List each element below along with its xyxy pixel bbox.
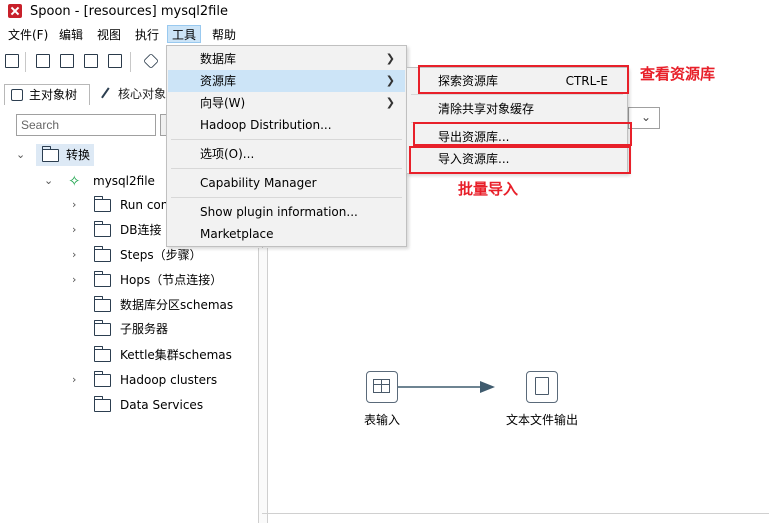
menu-item-database[interactable]: 数据库 ❯ (168, 48, 405, 70)
chevron-right-icon[interactable]: › (72, 224, 82, 235)
canvas-combo-dropdown[interactable]: ⌄ (628, 107, 660, 129)
layers-icon[interactable] (143, 53, 159, 69)
annotation-box-import (409, 146, 631, 174)
file-icon (535, 377, 549, 395)
step-label-text-output: 文本文件输出 (506, 413, 579, 427)
menu-item-label: 资源库 (200, 74, 237, 88)
transformation-icon: ✧ (68, 172, 81, 190)
tree-item-label: Hops（节点连接） (120, 273, 223, 287)
table-icon (373, 379, 390, 393)
tree-item-label: Hadoop clusters (120, 373, 218, 387)
menu-item-capability-manager[interactable]: Capability Manager (168, 172, 405, 194)
hop-arrow[interactable] (398, 378, 528, 396)
window-title: Spoon - [resources] mysql2file (30, 4, 228, 19)
menu-item-label: Show plugin information... (200, 205, 358, 219)
title-bar: Spoon - [resources] mysql2file (0, 0, 769, 24)
menu-edit[interactable]: 编辑 (57, 25, 85, 45)
chevron-right-icon: ❯ (385, 52, 395, 65)
chevron-right-icon[interactable]: › (72, 274, 82, 285)
menu-tools[interactable]: 工具 (167, 25, 201, 43)
toolbar-separator (25, 52, 26, 72)
search-input[interactable]: Search (16, 114, 156, 136)
annotation-box-export (413, 122, 632, 146)
chevron-down-icon[interactable]: ⌄ (44, 175, 54, 186)
menu-item-plugin-info[interactable]: Show plugin information... (168, 201, 405, 223)
spoon-app-icon (8, 4, 22, 18)
toolbar-separator (130, 52, 131, 72)
chevron-right-icon[interactable]: › (72, 199, 82, 210)
tree-item-label: Run con (120, 198, 169, 212)
tree-item-label: Kettle集群schemas (120, 348, 232, 362)
chevron-right-icon[interactable]: › (72, 374, 82, 385)
tab-core-objects[interactable]: 核心对象 (94, 84, 174, 105)
menu-item-label: 向导(W) (200, 96, 246, 110)
folder-icon (41, 146, 59, 162)
tree-item-label: DB连接 (120, 223, 162, 237)
tree-transform-label: mysql2file (93, 174, 155, 188)
save-icon[interactable] (84, 54, 98, 68)
step-label-table-input: 表输入 (364, 413, 401, 427)
explore-repo-icon[interactable] (60, 54, 74, 68)
tree-item-label: Data Services (120, 398, 204, 412)
annotation-bulk-import: 批量导入 (458, 180, 519, 198)
folder-icon (93, 221, 111, 237)
menu-item-repository[interactable]: 资源库 ❯ (168, 70, 405, 92)
new-file-icon[interactable] (5, 54, 19, 68)
menu-file[interactable]: 文件(F) (6, 25, 50, 45)
chevron-right-icon[interactable]: › (72, 249, 82, 260)
chevron-down-icon: ⌄ (641, 110, 652, 124)
folder-icon (93, 296, 111, 312)
open-folder-icon[interactable] (36, 54, 50, 68)
menu-view[interactable]: 视图 (95, 25, 123, 45)
chevron-right-icon: ❯ (385, 74, 395, 87)
menu-separator (171, 139, 402, 140)
menu-item-label: 数据库 (200, 52, 237, 66)
menu-item-label: Capability Manager (200, 176, 317, 190)
menu-item-marketplace[interactable]: Marketplace (168, 223, 405, 245)
menu-separator (411, 94, 623, 95)
tab-main-tree[interactable]: 主对象树 (4, 84, 90, 105)
menu-help[interactable]: 帮助 (210, 25, 238, 45)
annotation-box-explore (418, 65, 629, 94)
menu-item-options[interactable]: 选项(O)... (168, 143, 405, 165)
tab-core-label: 核心对象 (118, 87, 167, 101)
menu-item-hadoop-distribution[interactable]: Hadoop Distribution... (168, 114, 405, 136)
menu-item-wizard[interactable]: 向导(W) ❯ (168, 92, 405, 114)
menu-bar: 文件(F) 编辑 视图 执行 工具 帮助 (0, 25, 769, 45)
folder-icon (93, 371, 111, 387)
folder-icon (93, 246, 111, 262)
menu-item-clear-cache[interactable]: 清除共享对象缓存 (408, 98, 626, 120)
menu-item-label: Marketplace (200, 227, 274, 241)
save-as-icon[interactable] (108, 54, 122, 68)
menu-separator (171, 168, 402, 169)
annotation-view-repository: 查看资源库 (640, 65, 716, 83)
menu-run[interactable]: 执行 (133, 25, 161, 45)
tree-tab-icon (11, 89, 23, 101)
tree-item-label: Steps（步骤） (120, 248, 202, 262)
chevron-down-icon[interactable]: ⌄ (16, 149, 26, 160)
tree-item-label: 数据库分区schemas (120, 298, 234, 312)
table-input-step-icon[interactable] (366, 371, 398, 403)
panel-divider[interactable] (258, 248, 268, 523)
folder-icon (93, 196, 111, 212)
menu-item-label: Hadoop Distribution... (200, 118, 332, 132)
folder-icon (93, 271, 111, 287)
menu-item-label: 清除共享对象缓存 (438, 102, 535, 116)
menu-separator (171, 197, 402, 198)
chevron-right-icon: ❯ (385, 96, 395, 109)
tree-root-label: 转换 (66, 148, 91, 162)
tree-item-label: 子服务器 (120, 322, 169, 336)
canvas-bottom-border (262, 513, 769, 514)
text-file-output-step-icon[interactable] (526, 371, 558, 403)
tab-main-label: 主对象树 (29, 88, 78, 102)
folder-icon (93, 396, 111, 412)
folder-icon (93, 320, 111, 336)
menu-item-label: 选项(O)... (200, 147, 255, 161)
tools-menu-dropdown: 数据库 ❯ 资源库 ❯ 向导(W) ❯ Hadoop Distribution.… (166, 45, 407, 247)
folder-icon (93, 346, 111, 362)
pencil-icon (101, 87, 113, 101)
